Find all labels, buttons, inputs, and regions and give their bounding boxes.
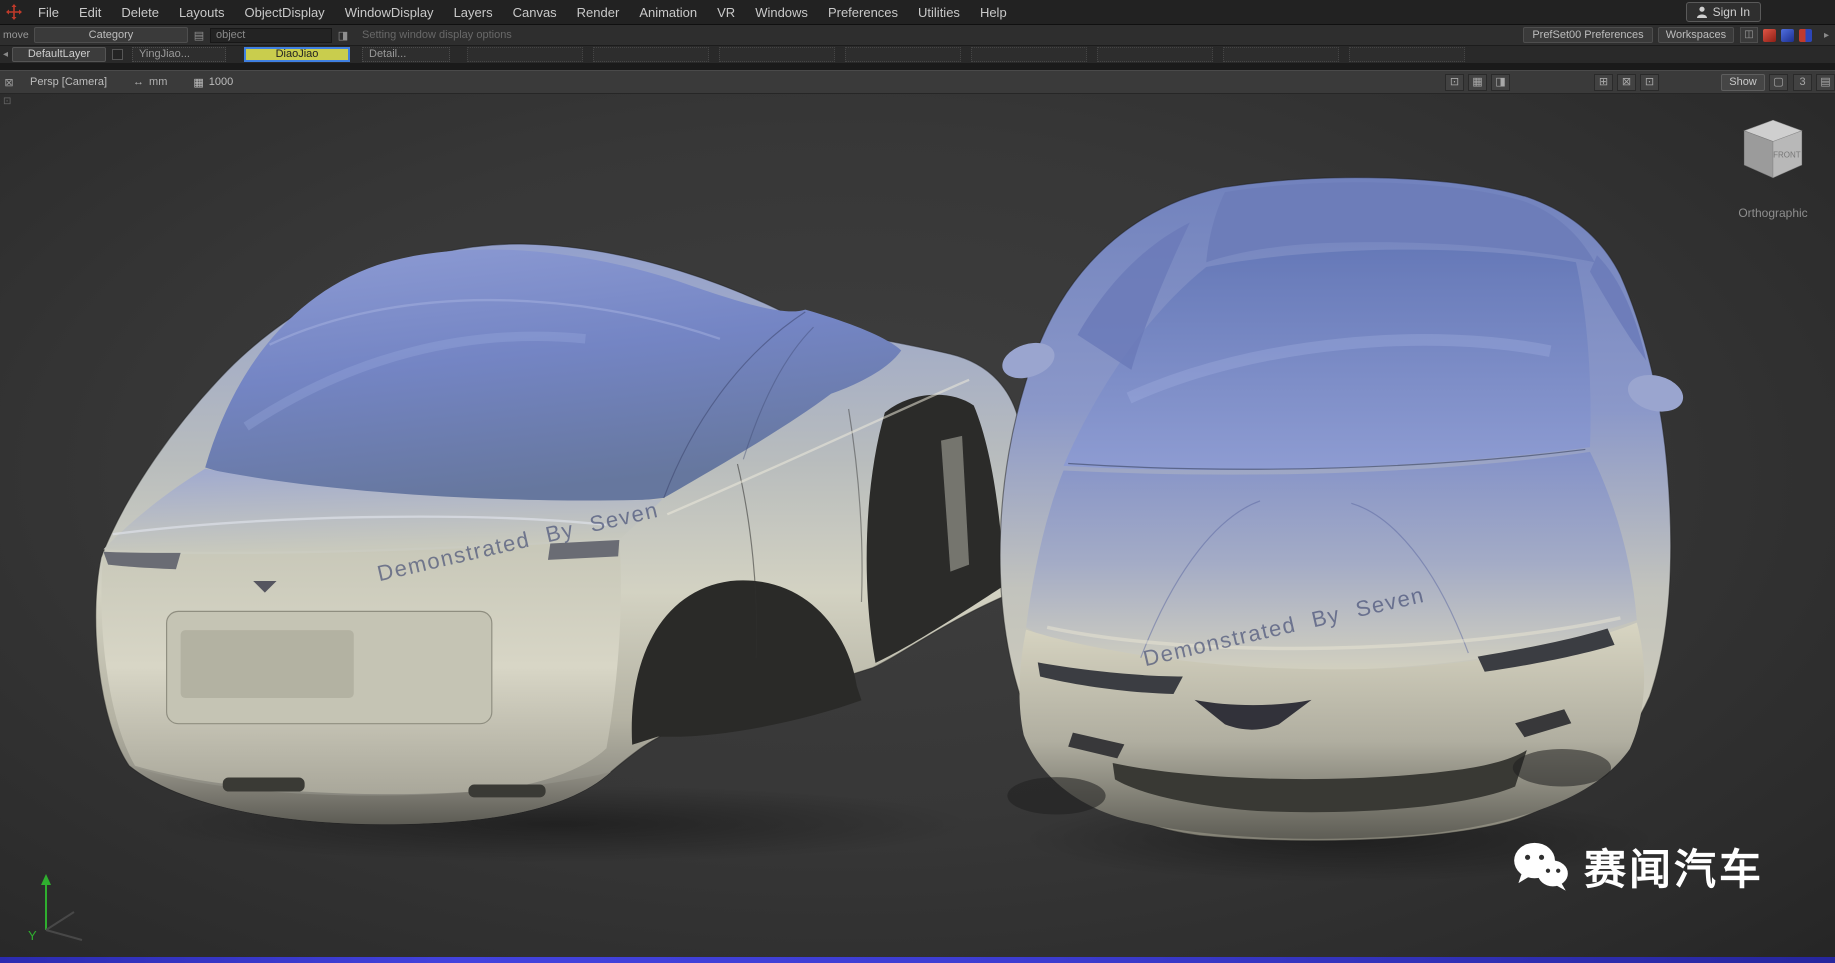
viewport-corner-icon[interactable]: ⊡ — [3, 96, 11, 107]
prefset-preferences-button[interactable]: PrefSet00 Preferences — [1523, 27, 1653, 43]
axis-y-label: Y — [28, 928, 37, 943]
brand-watermark: 赛闻汽车 — [1512, 836, 1764, 897]
menu-preferences[interactable]: Preferences — [818, 0, 908, 25]
menu-edit[interactable]: Edit — [69, 0, 111, 25]
default-layer-button[interactable]: DefaultLayer — [12, 47, 106, 62]
menu-help[interactable]: Help — [970, 0, 1017, 25]
move-tool-icon[interactable] — [0, 1, 28, 23]
layer-bar: ◂ DefaultLayer YingJiao... DiaoJiao Deta… — [0, 46, 1835, 64]
red-tool-icon[interactable] — [1763, 29, 1776, 42]
object-name-field[interactable]: object — [210, 28, 332, 43]
menu-delete[interactable]: Delete — [111, 0, 169, 25]
menu-canvas[interactable]: Canvas — [503, 0, 567, 25]
camera-view-label[interactable]: Persp [Camera] — [30, 76, 107, 88]
projection-label: Orthographic — [1722, 206, 1824, 220]
layer-field-empty[interactable] — [845, 47, 961, 62]
menu-vr[interactable]: VR — [707, 0, 745, 25]
layer-field-empty[interactable] — [971, 47, 1087, 62]
window-display-hint: Setting window display options — [354, 29, 544, 41]
view-cube[interactable]: FRONT — [1740, 118, 1806, 182]
display-options-icon[interactable]: ◨ — [335, 29, 351, 42]
layer-field-empty[interactable] — [1097, 47, 1213, 62]
workspaces-button[interactable]: Workspaces — [1658, 27, 1734, 43]
alias-application-window: File Edit Delete Layouts ObjectDisplay W… — [0, 0, 1835, 963]
menu-render[interactable]: Render — [567, 0, 630, 25]
person-icon — [1697, 6, 1707, 18]
layer-tab-yingjiao[interactable]: YingJiao... — [132, 47, 226, 62]
menu-windowdisplay[interactable]: WindowDisplay — [335, 0, 444, 25]
menu-windows[interactable]: Windows — [745, 0, 818, 25]
menu-objectdisplay[interactable]: ObjectDisplay — [234, 0, 334, 25]
layer-tab-row — [467, 47, 1465, 62]
brand-name-text: 赛闻汽车 — [1584, 836, 1764, 897]
menu-layers[interactable]: Layers — [444, 0, 503, 25]
layer-tab-detail[interactable]: Detail... — [362, 47, 450, 62]
show-menu-button[interactable]: Show — [1721, 74, 1765, 91]
expand-view-icon[interactable]: ⊡ — [1640, 74, 1659, 91]
menu-animation[interactable]: Animation — [629, 0, 707, 25]
menu-bar: File Edit Delete Layouts ObjectDisplay W… — [0, 0, 1835, 25]
wechat-logo — [1512, 840, 1570, 894]
bookmark-icon[interactable]: ⊡ — [1445, 74, 1464, 91]
grid-preset-icon[interactable]: ▦ — [193, 76, 203, 89]
window-frame-icon[interactable]: ⊠ — [0, 76, 18, 89]
layer-field-empty[interactable] — [593, 47, 709, 62]
menu-file[interactable]: File — [28, 0, 69, 25]
display-mode-icon[interactable]: ▢ — [1769, 74, 1788, 91]
frame-toggle-icon[interactable]: ⊠ — [1617, 74, 1636, 91]
units-group: ↔ mm — [133, 76, 167, 88]
panel-toggle-icon[interactable]: ◫ — [1740, 27, 1758, 43]
tool-options-bar: move Category ▤ object ◨ Setting window … — [0, 25, 1835, 46]
axis-triad: Y — [22, 864, 92, 949]
car-model-front-view[interactable] — [965, 164, 1685, 866]
viewport-toggle-group: ⊞ ⊠ ⊡ — [1590, 74, 1659, 91]
layer-tab-diaojiao-selected[interactable]: DiaoJiao — [244, 47, 350, 62]
layer-field-empty[interactable] — [467, 47, 583, 62]
layout-icon[interactable]: ▤ — [1816, 74, 1835, 91]
layer-visibility-checkbox[interactable] — [112, 49, 123, 60]
list-icon[interactable]: ▤ — [191, 29, 207, 42]
grid-size-group: ▦ 1000 — [193, 76, 233, 89]
resize-arrows-icon: ↔ — [133, 76, 144, 88]
sign-in-label: Sign In — [1713, 5, 1750, 19]
layer-field-empty[interactable] — [1223, 47, 1339, 62]
grid-toggle-icon[interactable]: ⊞ — [1594, 74, 1613, 91]
viewport-3d[interactable]: ⊡ — [0, 94, 1835, 957]
layer-scroll-left-icon[interactable]: ◂ — [0, 49, 12, 60]
sign-in-button[interactable]: Sign In — [1686, 2, 1761, 22]
active-tool-label: move — [0, 29, 32, 41]
paint-swatch-icon[interactable] — [1799, 29, 1812, 42]
grid-size-value[interactable]: 1000 — [209, 76, 233, 89]
panel-count-box[interactable]: 3 — [1793, 74, 1812, 91]
blue-tool-icon[interactable] — [1781, 29, 1794, 42]
layer-field-empty[interactable] — [719, 47, 835, 62]
menu-utilities[interactable]: Utilities — [908, 0, 970, 25]
layer-field-empty[interactable] — [1349, 47, 1465, 62]
category-dropdown[interactable]: Category — [34, 27, 188, 43]
viewport-header: ⊠ Persp [Camera] ↔ mm ▦ 1000 ⊡ ▦ ◨ ⊞ ⊠ ⊡… — [0, 70, 1835, 94]
snapshot-icon[interactable]: ▦ — [1468, 74, 1487, 91]
units-label[interactable]: mm — [149, 76, 167, 88]
image-plane-icon[interactable]: ◨ — [1491, 74, 1510, 91]
view-cube-front-label: FRONT — [1773, 150, 1801, 159]
bottom-accent-strip — [0, 957, 1835, 963]
menu-layouts[interactable]: Layouts — [169, 0, 235, 25]
toolbar-overflow-icon[interactable]: ▸ — [1824, 30, 1829, 41]
